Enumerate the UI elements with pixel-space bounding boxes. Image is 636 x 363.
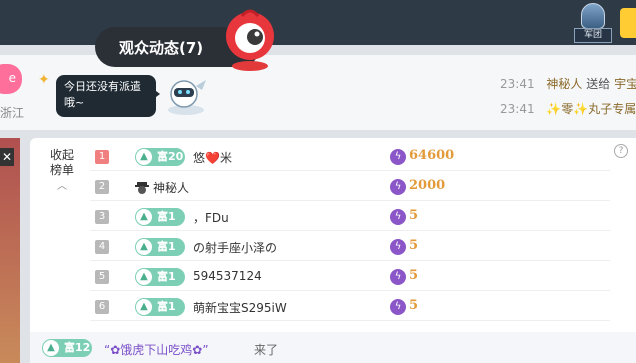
follow-button-label: e xyxy=(8,71,16,85)
leaderboard-row[interactable]: 6 ▲ 富1 萌新宝宝S295iW ϟ 5 xyxy=(90,293,610,321)
wealth-badge-icon: ▲ xyxy=(136,149,152,165)
rank-number: 1 xyxy=(95,150,109,164)
wealth-badge: ▲ 富1 xyxy=(135,298,185,316)
wealth-badge: ▲ 富1 xyxy=(135,268,185,286)
user-name[interactable]: 594537124 xyxy=(193,269,262,283)
rank-number: 6 xyxy=(95,300,109,314)
entry-action-text: 来了 xyxy=(254,343,279,357)
wealth-badge-label: 富1 xyxy=(157,240,176,253)
mascot-icon xyxy=(226,9,274,71)
contribution-score: 5 xyxy=(409,298,419,313)
audience-activity-label: 观众动态(7) xyxy=(119,39,204,57)
side-tab[interactable] xyxy=(620,8,636,38)
user-name[interactable]: 神秘人 xyxy=(153,179,189,196)
activity-user[interactable]: 神秘人 xyxy=(546,77,582,91)
rank-number: 2 xyxy=(95,180,109,194)
activity-time: 23:41 xyxy=(500,77,535,91)
sparkle-icon: ✦ xyxy=(38,72,50,88)
wealth-badge-label: 富1 xyxy=(157,300,176,313)
lightning-icon: ϟ xyxy=(390,269,406,285)
activity-target[interactable]: 宇宝 xyxy=(614,77,636,91)
wealth-badge: ▲ 富1 xyxy=(135,208,185,226)
contribution-score: 5 xyxy=(409,208,419,223)
activity-time: 23:41 xyxy=(500,102,535,116)
leaderboard-row[interactable]: 2 神秘人 ϟ 2000 xyxy=(90,173,610,201)
contribution-score: 2000 xyxy=(409,178,446,193)
wealth-badge-icon: ▲ xyxy=(136,239,152,255)
activity-item: 23:41 ✨零✨丸子专属 xyxy=(500,100,636,117)
user-name[interactable]: 悠❤️米 xyxy=(193,149,232,166)
lightning-icon: ϟ xyxy=(390,209,406,225)
contribution-score: 5 xyxy=(409,268,419,283)
contribution-score: 5 xyxy=(409,238,419,253)
city-label: 浙江 xyxy=(0,106,25,120)
user-name[interactable]: 萌新宝宝S295iW xyxy=(193,299,287,316)
robot-pet-icon[interactable] xyxy=(162,74,210,116)
leaderboard-row[interactable]: 1 ▲ 富20 悠❤️米 ϟ 64600 xyxy=(90,143,610,171)
wealth-badge-icon: ▲ xyxy=(136,299,152,315)
activity-user[interactable]: ✨零✨丸子专属 xyxy=(546,102,636,116)
question-icon[interactable]: ? xyxy=(614,144,628,158)
entering-user-name[interactable]: “✿饿虎下山吃鸡✿” xyxy=(104,341,209,358)
rank-number: 3 xyxy=(95,210,109,224)
entry-notice: ▲ 富12 “✿饿虎下山吃鸡✿” 来了 xyxy=(30,332,636,363)
lightning-icon: ϟ xyxy=(390,239,406,255)
wealth-badge-label: 富12 xyxy=(64,341,91,354)
collapse-leaderboard-button[interactable]: 收起榜单 ︿ xyxy=(47,148,77,194)
wealth-badge: ▲ 富12 xyxy=(42,339,92,357)
mystery-user-icon xyxy=(135,182,149,194)
wealth-badge-icon: ▲ xyxy=(136,269,152,285)
contribution-score: 64600 xyxy=(409,148,455,163)
rank-number: 5 xyxy=(95,270,109,284)
legion-button-label: 军团 xyxy=(574,28,612,43)
left-video-panel xyxy=(0,138,20,363)
user-name[interactable]: の射手座小泽の xyxy=(193,239,277,256)
lightning-icon: ϟ xyxy=(390,149,406,165)
rank-number: 4 xyxy=(95,240,109,254)
top-bar xyxy=(0,0,636,45)
close-icon[interactable]: ✕ xyxy=(0,148,14,166)
lightning-icon: ϟ xyxy=(390,179,406,195)
leaderboard-row[interactable]: 3 ▲ 富1 ，FDu ϟ 5 xyxy=(90,203,610,231)
activity-verb: 送给 xyxy=(586,77,611,91)
wealth-badge-icon: ▲ xyxy=(136,209,152,225)
collapse-label: 收起榜单 xyxy=(49,148,74,177)
legion-button[interactable]: 军团 xyxy=(574,3,612,43)
wealth-badge: ▲ 富20 xyxy=(135,148,185,166)
leaderboard-row[interactable]: 5 ▲ 富1 594537124 ϟ 5 xyxy=(90,263,610,291)
leaderboard-row[interactable]: 4 ▲ 富1 の射手座小泽の ϟ 5 xyxy=(90,233,610,261)
dispatch-tooltip: 今日还没有派遣哦~ xyxy=(56,75,156,117)
user-name[interactable]: ，FDu xyxy=(193,209,229,226)
chevron-up-icon: ︿ xyxy=(57,181,67,192)
wealth-badge-label: 富1 xyxy=(157,210,176,223)
wealth-badge-icon: ▲ xyxy=(43,340,59,356)
wealth-badge-label: 富1 xyxy=(157,270,176,283)
wealth-badge: ▲ 富1 xyxy=(135,238,185,256)
helmet-icon xyxy=(581,3,605,29)
wealth-badge-label: 富20 xyxy=(157,150,184,163)
lightning-icon: ϟ xyxy=(390,299,406,315)
activity-item: 23:41 神秘人 送给 宇宝 xyxy=(500,75,636,92)
